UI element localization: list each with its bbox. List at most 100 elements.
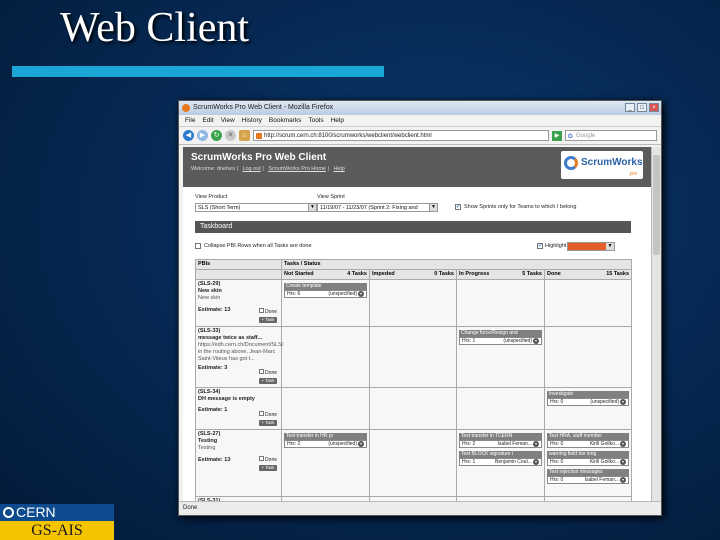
add-task-button[interactable]: + Task xyxy=(259,317,277,323)
dropdown-icon[interactable]: ▾ xyxy=(620,459,627,465)
impeded-label: Impeded xyxy=(372,271,395,277)
menu-edit[interactable]: Edit xyxy=(202,115,213,126)
scrollbar-thumb[interactable] xyxy=(653,155,660,255)
dropdown-icon[interactable]: ▾ xyxy=(533,441,539,447)
pbi-cell[interactable]: (SLS-33) message twice as staff... https… xyxy=(195,326,283,388)
highlight-tasks-checkbox[interactable]: ✔ xyxy=(537,243,543,249)
reload-icon[interactable]: ↻ xyxy=(211,130,222,141)
dropdown-icon[interactable]: ▾ xyxy=(533,459,539,465)
in-progress-cell: Test transfer in TCERN Hrs: 2 Isabel Fema… xyxy=(456,429,545,497)
logout-link[interactable]: Log out xyxy=(242,166,260,172)
go-button[interactable]: ▶ xyxy=(552,130,562,141)
collapse-pbi-checkbox[interactable] xyxy=(195,243,201,249)
app-title: ScrumWorks Pro Web Client xyxy=(191,152,327,163)
show-sprints-checkbox[interactable]: ✔ xyxy=(455,204,461,210)
task-card[interactable]: Create template Hrs: 6 (unspecified) ▾ xyxy=(284,283,367,298)
dropdown-icon[interactable]: ▾ xyxy=(358,291,364,297)
search-input[interactable]: G Google xyxy=(565,130,657,141)
pbi-done-checkbox[interactable]: Done xyxy=(259,411,277,418)
forward-icon[interactable]: ▶ xyxy=(197,130,208,141)
task-hours: Hrs: 2 xyxy=(287,441,301,447)
window-titlebar: ScrumWorks Pro Web Client - Mozilla Fire… xyxy=(179,101,661,115)
not-started-label: Not Started xyxy=(284,271,314,277)
task-title: Test rejection messages xyxy=(547,469,630,476)
task-card[interactable]: Investigate Hrs: 0 (unspecified) ▾ xyxy=(547,391,630,406)
done-cell: Test HRA, staff member Hrs: 0 Kirill Goll… xyxy=(543,429,633,497)
pbi-cell[interactable]: (SLS-27) Testing Testing Estimate: 13 Do… xyxy=(195,429,282,497)
pbi-done-checkbox[interactable]: Done xyxy=(259,308,277,315)
done-cell xyxy=(543,326,633,388)
task-card[interactable]: Test transfer in HR pr Hrs: 2 (unspecifie… xyxy=(284,433,367,448)
pbis-header: PBIs xyxy=(195,259,282,270)
task-card[interactable]: Test HRA, staff member Hrs: 0 Kirill Goll… xyxy=(547,433,630,448)
view-product-select[interactable]: SLS (Short Term) ▼ xyxy=(195,203,317,212)
dropdown-icon[interactable]: ▾ xyxy=(620,399,627,405)
dropdown-icon[interactable]: ▾ xyxy=(620,477,627,483)
task-card[interactable]: Test BLOCK signature i Hrs: 1 Benjamin Co… xyxy=(459,451,542,466)
page-content: ScrumWorks Pro Web Client Welcome: dnehe… xyxy=(183,147,651,501)
address-bar[interactable]: http://scrum.cern.ch:8100/scrumworks/web… xyxy=(253,130,549,141)
minimize-button[interactable]: _ xyxy=(625,103,635,112)
dropdown-icon[interactable]: ▾ xyxy=(620,441,627,447)
pbi-done-checkbox[interactable]: Done xyxy=(259,369,277,376)
menu-view[interactable]: View xyxy=(221,115,235,126)
add-task-button[interactable]: + Task xyxy=(259,465,277,471)
task-card[interactable]: Test rejection messages Hrs: 0 Isabel Fem… xyxy=(547,469,630,484)
menu-tools[interactable]: Tools xyxy=(308,115,323,126)
app-header: ScrumWorks Pro Web Client Welcome: dnehe… xyxy=(183,147,651,187)
back-icon[interactable]: ◀ xyxy=(183,130,194,141)
pbi-cell[interactable]: (SLS-34) DH message is empty Estimate: 1… xyxy=(195,387,282,430)
logo-text: ScrumWorks xyxy=(581,157,643,168)
stop-icon[interactable]: ✕ xyxy=(225,130,236,141)
in-progress-count: 5 Tasks xyxy=(522,271,542,277)
maximize-button[interactable]: □ xyxy=(637,103,647,112)
task-owner: Benjamin Cout... xyxy=(495,459,532,465)
pbi-desc: Testing xyxy=(198,444,216,451)
task-owner: (unspecified) xyxy=(503,338,532,344)
done-text: Done xyxy=(265,309,277,315)
scrumworks-logo: ScrumWorks pro xyxy=(561,151,643,179)
add-task-button[interactable]: + Task xyxy=(259,420,277,426)
done-text: Done xyxy=(265,370,277,376)
task-title: Test HRA, staff member xyxy=(547,433,630,440)
add-task-button[interactable]: + Task xyxy=(259,378,277,384)
task-hours: Hrs: 1 xyxy=(462,459,476,465)
task-card[interactable]: Test transfer in TCERN Hrs: 2 Isabel Fema… xyxy=(459,433,542,448)
pbi-id: (SLS-27) xyxy=(198,431,221,437)
not-started-cell xyxy=(281,387,370,430)
chevron-down-icon: ▼ xyxy=(429,204,437,211)
highlight-color-select[interactable]: ▼ xyxy=(567,242,615,251)
task-card[interactable]: Change force/Resign and Hrs: 1 (unspecifi… xyxy=(459,330,542,345)
in-progress-header: In Progress 5 Tasks xyxy=(456,269,545,280)
pbi-desc: New skin xyxy=(198,294,221,301)
pbi-done-checkbox[interactable]: Done xyxy=(259,456,277,463)
dropdown-icon[interactable]: ▾ xyxy=(358,441,364,447)
impeded-count: 0 Tasks xyxy=(434,271,454,277)
dropdown-icon[interactable]: ▾ xyxy=(533,338,539,344)
swpro-home-link[interactable]: ScrumWorks Pro Home xyxy=(268,166,326,172)
close-button[interactable]: × xyxy=(649,103,659,112)
task-card[interactable]: warning field too long Hrs: 0 Kirill Goll… xyxy=(547,451,630,466)
not-started-header: Not Started 4 Tasks xyxy=(281,269,370,280)
task-owner: Isabel Feman... xyxy=(584,477,620,483)
view-sprint-value: 11/19/07 - 11/23/07 (Sprint 2: Fixing an… xyxy=(320,205,418,211)
vertical-scrollbar[interactable] xyxy=(651,147,661,501)
header-links: Welcome: dnehes | Log out | ScrumWorks P… xyxy=(191,166,345,172)
pbi-id: (SLS-34) xyxy=(198,389,221,395)
view-sprint-label: View Sprint xyxy=(317,194,345,200)
not-started-cell: Create template Hrs: 6 (unspecified) ▾ xyxy=(281,279,370,327)
menu-help[interactable]: Help xyxy=(331,115,344,126)
menu-file[interactable]: File xyxy=(185,115,195,126)
firefox-icon xyxy=(182,104,190,112)
done-label: Done xyxy=(547,271,561,277)
tasks-status-header: Tasks / Status xyxy=(280,259,633,270)
chevron-down-icon: ▼ xyxy=(308,204,316,211)
help-link[interactable]: Help xyxy=(333,166,344,172)
task-title: Test transfer in TCERN xyxy=(459,433,542,440)
task-owner: Kirill Gollko... xyxy=(589,459,620,465)
menu-bookmarks[interactable]: Bookmarks xyxy=(269,115,302,126)
view-sprint-select[interactable]: 11/19/07 - 11/23/07 (Sprint 2: Fixing an… xyxy=(317,203,438,212)
pbi-cell[interactable]: (SLS-29) New skin New skin Estimate: 13 … xyxy=(195,279,282,327)
menu-history[interactable]: History xyxy=(242,115,262,126)
home-icon[interactable]: ⌂ xyxy=(239,130,250,141)
